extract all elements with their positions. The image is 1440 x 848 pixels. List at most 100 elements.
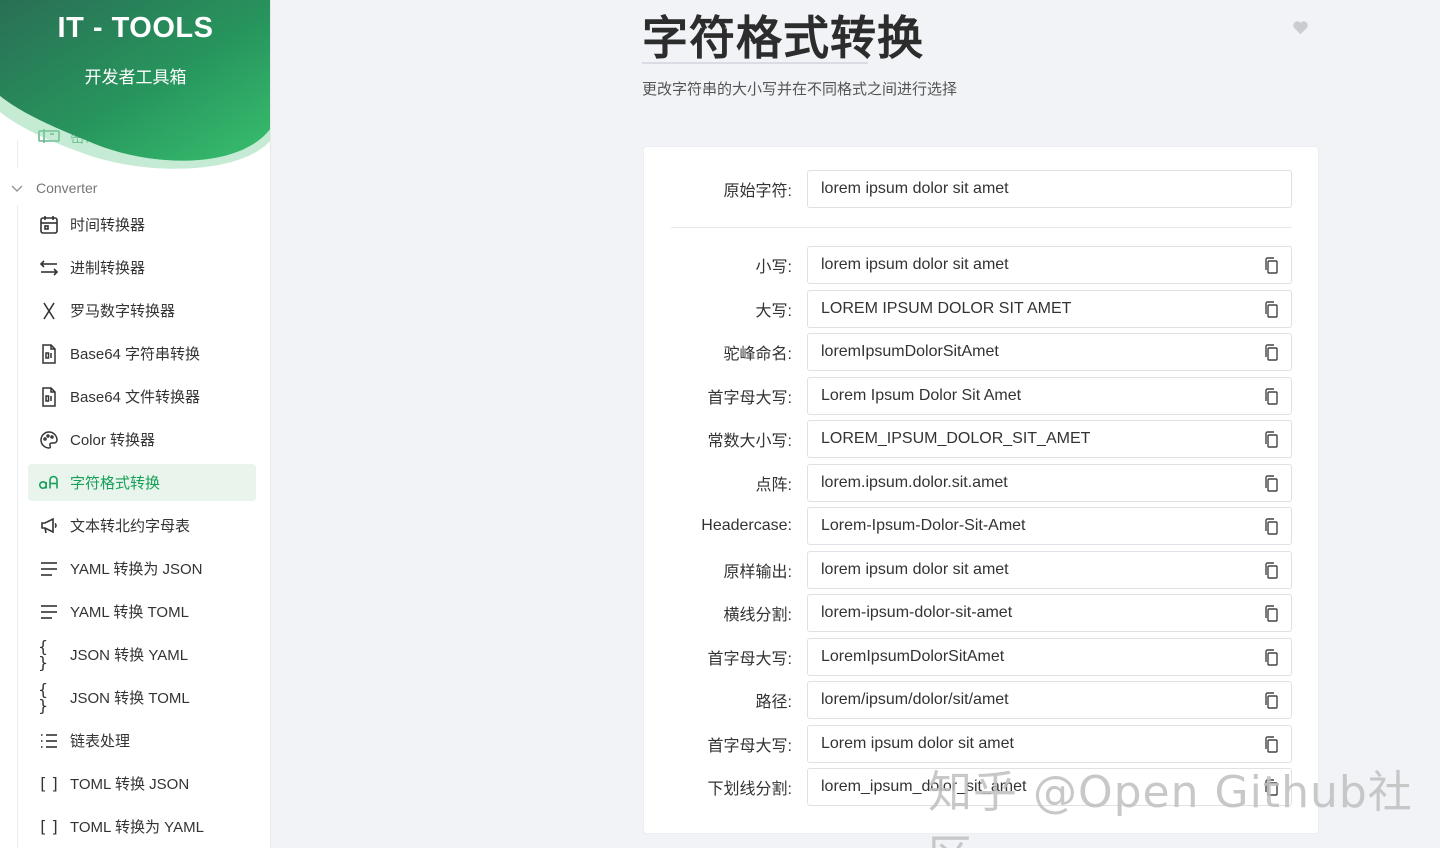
original-string-input[interactable] bbox=[821, 180, 1261, 198]
page-title: 字符格式转换 bbox=[642, 11, 924, 65]
output-label: 下划线分割: bbox=[707, 781, 792, 798]
calendar-icon bbox=[38, 214, 60, 236]
output-field[interactable]: Lorem Ipsum Dolor Sit Amet bbox=[807, 377, 1292, 415]
output-field[interactable]: loremIpsumDolorSitAmet bbox=[807, 333, 1292, 371]
file-binary-icon bbox=[38, 343, 60, 365]
copy-icon[interactable] bbox=[1263, 344, 1279, 361]
braces-icon: { } bbox=[38, 679, 49, 715]
brand-hero[interactable]: IT - TOOLS 开发者工具箱 bbox=[0, 0, 270, 175]
sidebar-item-json-to-toml[interactable]: { } JSON 转换 TOML bbox=[28, 679, 256, 716]
sidebar-item-label: TOML 转换为 YAML bbox=[70, 819, 204, 836]
copy-icon[interactable] bbox=[1263, 431, 1279, 448]
sidebar-item-label: 字符格式转换 bbox=[70, 475, 161, 492]
output-field[interactable]: Lorem-Ipsum-Dolor-Sit-Amet bbox=[807, 507, 1292, 545]
sidebar-item-nato-alphabet[interactable]: 文本转北约字母表 bbox=[28, 507, 256, 544]
output-label: 首字母大写: bbox=[707, 651, 792, 668]
output-value: LoremIpsumDolorSitAmet bbox=[821, 648, 1005, 665]
output-row: 横线分割: lorem-ipsum-dolor-sit-amet bbox=[644, 593, 1320, 633]
copy-icon[interactable] bbox=[1263, 649, 1279, 666]
sidebar-item-label: JSON 转换 TOML bbox=[70, 690, 190, 707]
speakerphone-icon bbox=[38, 515, 60, 537]
output-label: 常数大小写: bbox=[707, 433, 792, 450]
sidebar-item-label: 罗马数字转换器 bbox=[70, 303, 176, 320]
output-field[interactable]: LoremIpsumDolorSitAmet bbox=[807, 638, 1292, 676]
output-field[interactable]: lorem ipsum dolor sit amet bbox=[807, 551, 1292, 589]
output-field[interactable]: LOREM_IPSUM_DOLOR_SIT_AMET bbox=[807, 420, 1292, 458]
align-justified-icon bbox=[38, 558, 60, 580]
sidebar-item-label: YAML 转换为 JSON bbox=[70, 561, 203, 578]
converter-card: 原始字符: 小写: lorem ipsum dolor sit amet 大写:… bbox=[643, 146, 1319, 834]
copy-icon[interactable] bbox=[1263, 388, 1279, 405]
sidebar-item-toml-to-json[interactable]: [ ] TOML 转换 JSON bbox=[28, 765, 256, 802]
output-field[interactable]: lorem.ipsum.dolor.sit.amet bbox=[807, 464, 1292, 502]
output-value: LOREM_IPSUM_DOLOR_SIT_AMET bbox=[821, 430, 1091, 447]
output-label: 路径: bbox=[755, 694, 792, 711]
swap-arrows-icon bbox=[38, 257, 60, 279]
output-row: 驼峰命名: loremIpsumDolorSitAmet bbox=[644, 332, 1320, 372]
title-underline bbox=[642, 62, 868, 64]
sidebar-item-yaml-to-json[interactable]: YAML 转换为 JSON bbox=[28, 550, 256, 587]
sidebar-item-base64-file[interactable]: Base64 文件转换器 bbox=[28, 378, 256, 415]
sidebar-item-label: Base64 文件转换器 bbox=[70, 389, 201, 406]
output-field[interactable]: lorem ipsum dolor sit amet bbox=[807, 246, 1292, 284]
output-label: 驼峰命名: bbox=[723, 346, 792, 363]
divider bbox=[671, 227, 1292, 228]
output-row: 首字母大写: Lorem ipsum dolor sit amet bbox=[644, 724, 1320, 764]
output-value: lorem.ipsum.dolor.sit.amet bbox=[821, 474, 1008, 491]
output-field[interactable]: lorem-ipsum-dolor-sit-amet bbox=[807, 594, 1292, 632]
output-value: Lorem-Ipsum-Dolor-Sit-Amet bbox=[821, 517, 1026, 534]
sidebar-item-label: TOML 转换 JSON bbox=[70, 776, 190, 793]
output-row: 小写: lorem ipsum dolor sit amet bbox=[644, 245, 1320, 285]
sidebar-item-yaml-to-toml[interactable]: YAML 转换 TOML bbox=[28, 593, 256, 630]
original-string-field[interactable] bbox=[807, 170, 1292, 208]
sidebar-item-label: 进制转换器 bbox=[70, 260, 146, 277]
tree-guide-line bbox=[17, 205, 18, 848]
copy-icon[interactable] bbox=[1263, 562, 1279, 579]
output-value: lorem_ipsum_dolor_sit_amet bbox=[821, 778, 1027, 795]
align-justified-icon bbox=[38, 601, 60, 623]
copy-icon[interactable] bbox=[1263, 518, 1279, 535]
brackets-icon: [ ] bbox=[40, 773, 58, 793]
letter-case-icon bbox=[38, 472, 60, 494]
sidebar-item-label: 链表处理 bbox=[70, 733, 131, 750]
brand-subtitle: 开发者工具箱 bbox=[84, 68, 187, 87]
sidebar-item-base-converter[interactable]: 进制转换器 bbox=[28, 249, 256, 286]
sidebar-item-toml-to-yaml[interactable]: [ ] TOML 转换为 YAML bbox=[28, 808, 256, 845]
section-label: Converter bbox=[36, 180, 98, 196]
copy-icon[interactable] bbox=[1263, 605, 1279, 622]
output-field[interactable]: Lorem ipsum dolor sit amet bbox=[807, 725, 1292, 763]
heart-icon[interactable] bbox=[1292, 19, 1309, 36]
sidebar-item-label: 时间转换器 bbox=[70, 217, 146, 234]
copy-icon[interactable] bbox=[1263, 475, 1279, 492]
section-converter-toggle[interactable]: Converter bbox=[10, 180, 97, 196]
sidebar-item-json-to-yaml[interactable]: { } JSON 转换 YAML bbox=[28, 636, 256, 673]
sidebar-item-label: 文本转北约字母表 bbox=[70, 518, 191, 535]
output-field[interactable]: LOREM IPSUM DOLOR SIT AMET bbox=[807, 290, 1292, 328]
sidebar-item-color-converter[interactable]: Color 转换器 bbox=[28, 421, 256, 458]
output-row: 首字母大写: Lorem Ipsum Dolor Sit Amet bbox=[644, 376, 1320, 416]
output-field[interactable]: lorem_ipsum_dolor_sit_amet bbox=[807, 768, 1292, 806]
brand-title: IT - TOOLS bbox=[57, 12, 214, 44]
roman-x-icon bbox=[38, 300, 60, 322]
sidebar-item-base64-string[interactable]: Base64 字符串转换 bbox=[28, 335, 256, 372]
copy-icon[interactable] bbox=[1263, 736, 1279, 753]
output-row: 原样输出: lorem ipsum dolor sit amet bbox=[644, 550, 1320, 590]
copy-icon[interactable] bbox=[1263, 301, 1279, 318]
output-row: 路径: lorem/ipsum/dolor/sit/amet bbox=[644, 680, 1320, 720]
copy-icon[interactable] bbox=[1263, 692, 1279, 709]
sidebar-item-date-converter[interactable]: 时间转换器 bbox=[28, 206, 256, 243]
sidebar-item-roman-numeral[interactable]: 罗马数字转换器 bbox=[28, 292, 256, 329]
output-label: 小写: bbox=[755, 259, 792, 276]
output-value: LOREM IPSUM DOLOR SIT AMET bbox=[821, 300, 1072, 317]
output-value: lorem/ipsum/dolor/sit/amet bbox=[821, 691, 1009, 708]
sidebar-item-case-converter[interactable]: 字符格式转换 bbox=[28, 464, 256, 501]
sidebar-item-label: JSON 转换 YAML bbox=[70, 647, 189, 664]
sidebar-item-label: Color 转换器 bbox=[70, 432, 156, 449]
sidebar-item-list-converter[interactable]: 链表处理 bbox=[28, 722, 256, 759]
copy-icon[interactable] bbox=[1263, 257, 1279, 274]
palette-icon bbox=[38, 429, 60, 451]
copy-icon[interactable] bbox=[1263, 779, 1279, 796]
output-label: Headercase: bbox=[701, 517, 792, 534]
output-field[interactable]: lorem/ipsum/dolor/sit/amet bbox=[807, 681, 1292, 719]
output-row: 点阵: lorem.ipsum.dolor.sit.amet bbox=[644, 463, 1320, 503]
